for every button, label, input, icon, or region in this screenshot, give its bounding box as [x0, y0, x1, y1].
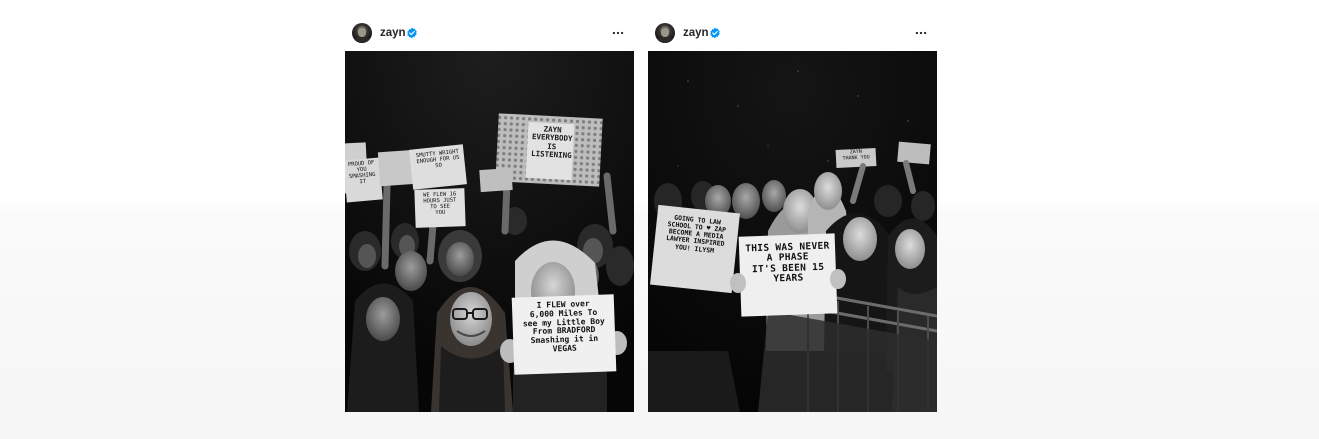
username-link[interactable]: zayn	[380, 26, 406, 40]
post-header: zayn	[345, 16, 634, 51]
more-options-icon[interactable]	[611, 26, 625, 40]
avatar[interactable]	[655, 23, 675, 43]
sign-left-smashing: PROUD OF YOU SMASHING IT	[347, 159, 376, 186]
post-photo[interactable]: ZAYN EVERYBODY IS LISTENING SMUTTY WRIGH…	[345, 51, 634, 412]
post-card: zayn	[648, 16, 937, 412]
sign-main: THIS WAS NEVER A PHASE IT'S BEEN 15 YEAR…	[745, 240, 830, 285]
avatar[interactable]	[352, 23, 372, 43]
verified-badge-icon	[407, 27, 417, 39]
sign-back-right: ZAYN THANK YOU	[842, 148, 870, 162]
sign-top-center: ZAYN EVERYBODY IS LISTENING	[530, 124, 573, 160]
post-header: zayn	[648, 16, 937, 51]
crowd-photo-scene	[345, 51, 634, 412]
sign-left-hours: WE FLEW 16 HOURS JUST TO SEE YOU	[423, 191, 457, 217]
sign-main: I FLEW over 6,000 Miles To see my Little…	[522, 299, 605, 354]
more-options-icon[interactable]	[914, 26, 928, 40]
username-link[interactable]: zayn	[683, 26, 709, 40]
post-photo[interactable]: ZAYN THANK YOU GOING TO LAW SCHOOL TO ♥ …	[648, 51, 937, 412]
post-card: zayn	[345, 16, 634, 412]
verified-badge-icon	[710, 27, 720, 39]
